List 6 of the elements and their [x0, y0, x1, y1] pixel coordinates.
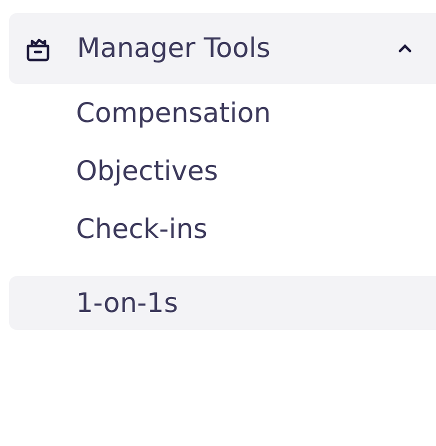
- caret-icon: [398, 44, 412, 53]
- section-header[interactable]: Manager Tools: [9, 13, 436, 84]
- nav-item[interactable]: 1-on-1s: [9, 276, 436, 330]
- nav-item[interactable]: Objectives: [9, 142, 436, 200]
- nav-item[interactable]: Check-ins: [9, 200, 436, 258]
- nav-item[interactable]: Compensation: [9, 84, 436, 142]
